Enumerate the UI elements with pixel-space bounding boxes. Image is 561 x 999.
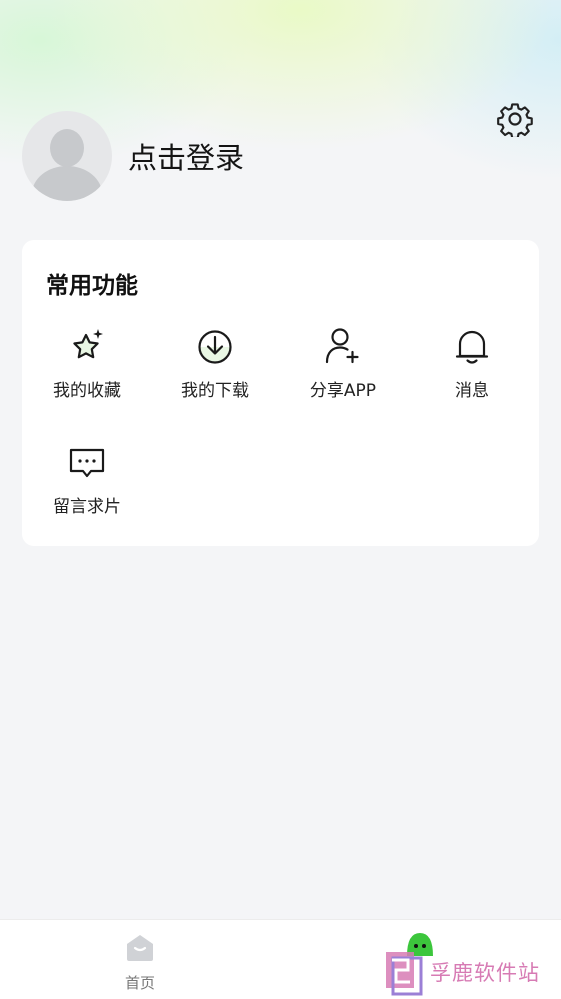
settings-button[interactable]: [496, 100, 534, 138]
home-icon: [127, 935, 153, 961]
avatar[interactable]: [22, 111, 112, 201]
tab-home-label: 首页: [124, 974, 155, 992]
messages-button[interactable]: 消息: [408, 326, 536, 416]
download-icon: [198, 330, 232, 364]
tab-home[interactable]: 首页: [70, 920, 210, 999]
downloads-label: 我的下载: [181, 381, 249, 401]
watermark-logo-icon: [386, 952, 423, 996]
add-user-icon: [325, 328, 359, 364]
share-app-button[interactable]: 分享APP: [279, 326, 407, 416]
request-movie-button[interactable]: 留言求片: [23, 442, 151, 532]
favorites-button[interactable]: 我的收藏: [23, 326, 151, 416]
favorites-label: 我的收藏: [53, 381, 121, 401]
messages-label: 消息: [455, 381, 489, 401]
login-area[interactable]: 点击登录: [22, 110, 244, 202]
login-text[interactable]: 点击登录: [128, 135, 244, 177]
card-title: 常用功能: [46, 273, 138, 299]
avatar-body-shape: [32, 166, 102, 201]
share-app-label: 分享APP: [309, 381, 377, 401]
message-bubble-icon: [69, 448, 105, 478]
watermark: 孚鹿软件站: [384, 946, 544, 998]
bell-icon: [455, 330, 489, 364]
common-functions-card: 常用功能 我的收藏 我的下载 分享APP 消息 留言求片: [22, 240, 539, 546]
star-sparkle-icon: [73, 329, 103, 359]
downloads-button[interactable]: 我的下载: [151, 326, 279, 416]
avatar-head-shape: [50, 129, 84, 167]
gear-icon: [497, 103, 533, 137]
request-movie-label: 留言求片: [53, 497, 121, 517]
watermark-text: 孚鹿软件站: [430, 961, 540, 985]
